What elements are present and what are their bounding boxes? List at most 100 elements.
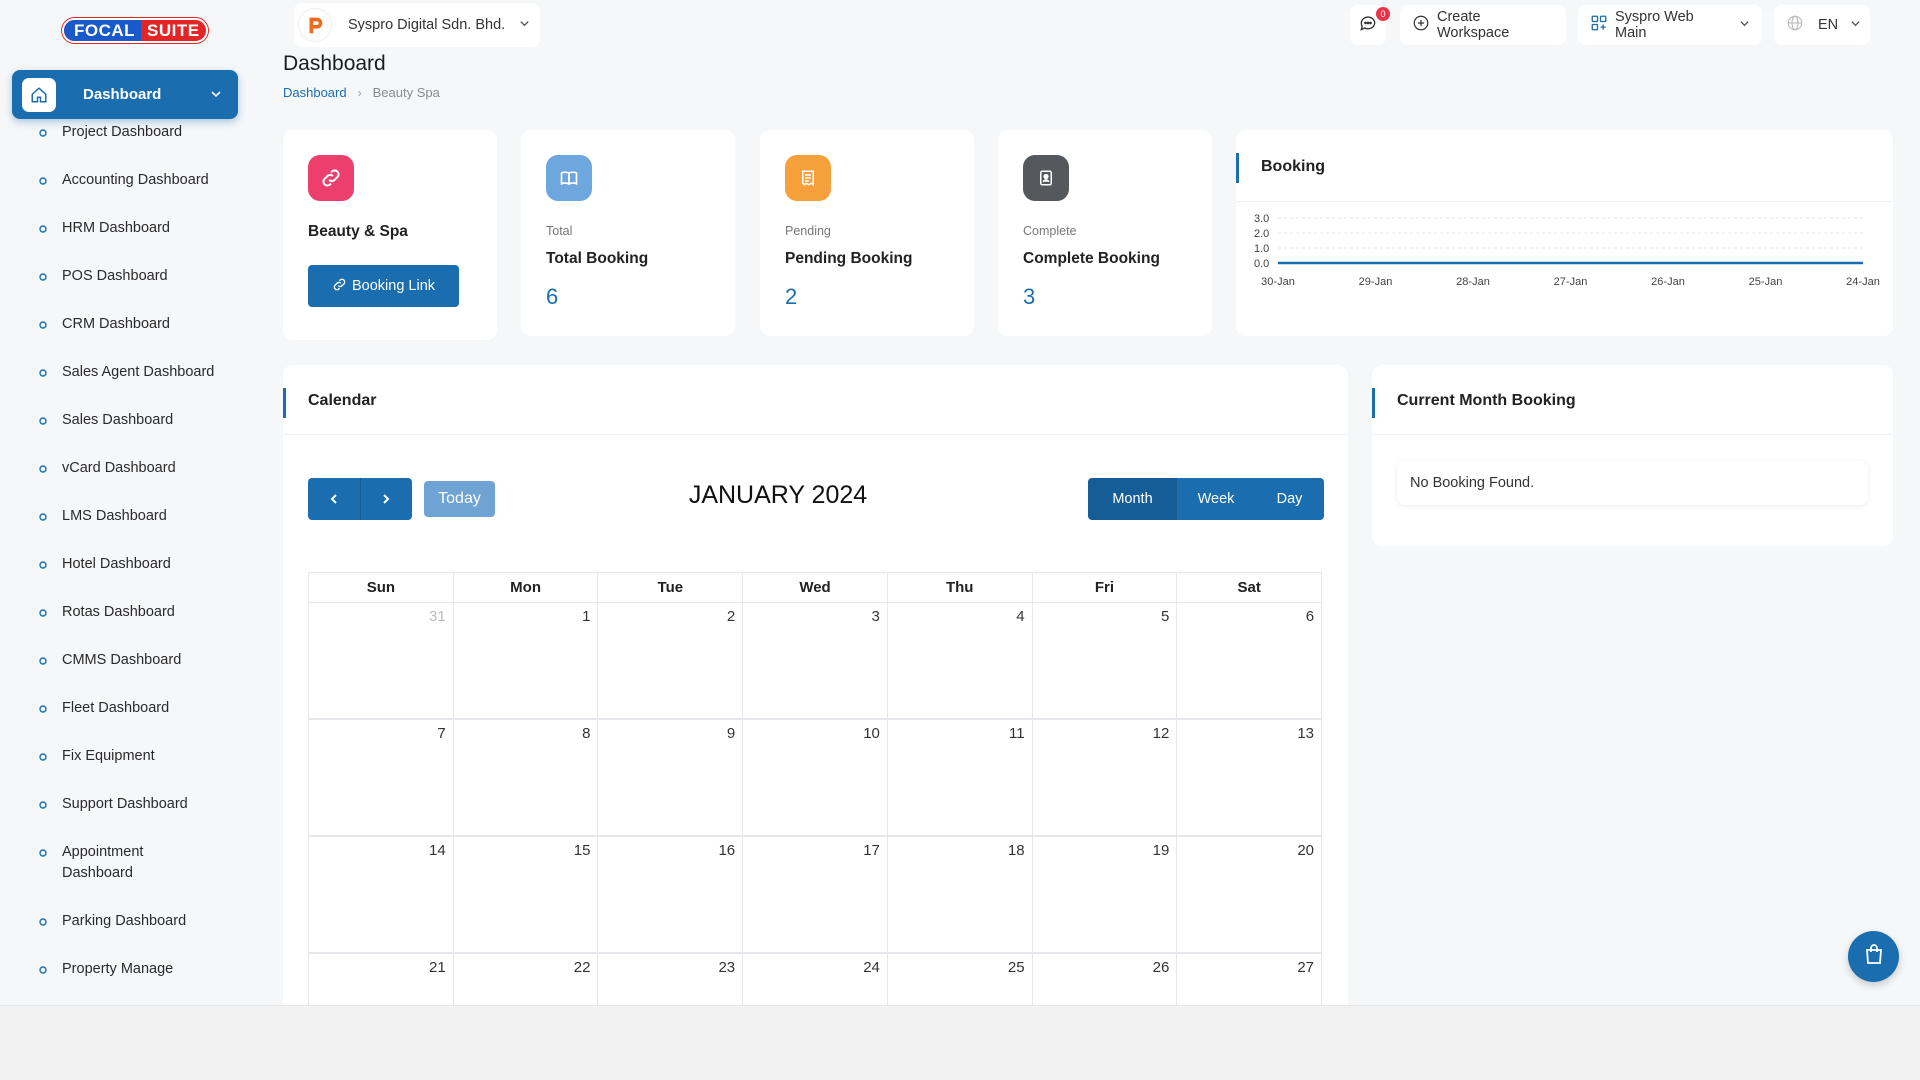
- footer-band: [0, 1005, 1920, 1080]
- calendar-day-cell[interactable]: 13: [1177, 720, 1321, 835]
- sidebar-item-accounting-dashboard[interactable]: Accounting Dashboard: [0, 170, 250, 218]
- calendar-day-cell[interactable]: 23: [598, 954, 744, 1005]
- sidebar-item-sales-dashboard[interactable]: Sales Dashboard: [0, 410, 250, 458]
- bullet-icon: [38, 702, 48, 713]
- sidebar-item-cmms-dashboard[interactable]: CMMS Dashboard: [0, 650, 250, 698]
- weekday-sun: Sun: [309, 573, 454, 602]
- calendar-day-cell[interactable]: 4: [888, 603, 1033, 718]
- calendar-day-cell[interactable]: 10: [743, 720, 888, 835]
- calendar-day-cell[interactable]: 12: [1033, 720, 1178, 835]
- view-week-button[interactable]: Week: [1177, 478, 1255, 520]
- bullet-icon: [38, 558, 48, 569]
- prev-month-button[interactable]: [308, 478, 361, 520]
- sidebar-item-fleet-dashboard[interactable]: Fleet Dashboard: [0, 698, 250, 746]
- calendar-day-cell[interactable]: 5: [1033, 603, 1178, 718]
- weekday-mon: Mon: [454, 573, 599, 602]
- next-month-button[interactable]: [360, 478, 412, 520]
- sidebar-item-label: vCard Dashboard: [62, 460, 176, 476]
- sidebar-item-crm-dashboard[interactable]: CRM Dashboard: [0, 314, 250, 362]
- calendar-day-cell[interactable]: 7: [309, 720, 454, 835]
- sidebar-item-label: Project Dashboard: [62, 124, 183, 140]
- calendar-day-cell[interactable]: 9: [598, 720, 744, 835]
- pending-booking-title: Pending Booking: [785, 250, 913, 267]
- weekday-wed: Wed: [743, 573, 888, 602]
- calendar-day-cell[interactable]: 2: [598, 603, 744, 718]
- sidebar-item-hotel-dashboard[interactable]: Hotel Dashboard: [0, 554, 250, 602]
- booking-link-button[interactable]: Booking Link: [308, 265, 459, 307]
- sidebar-item-parking-dashboard[interactable]: Parking Dashboard: [0, 911, 250, 959]
- today-button[interactable]: Today: [424, 481, 495, 517]
- sidebar-item-property-manage[interactable]: Property Manage: [0, 959, 250, 1005]
- view-month-button[interactable]: Month: [1088, 478, 1177, 520]
- calendar-day-cell[interactable]: 15: [454, 837, 599, 952]
- current-month-title: Current Month Booking: [1397, 392, 1576, 409]
- calendar-day-cell[interactable]: 1: [454, 603, 599, 718]
- weekday-sat: Sat: [1237, 579, 1261, 596]
- pending-booking-value: 2: [785, 284, 798, 309]
- sidebar-item-support-dashboard[interactable]: Support Dashboard: [0, 794, 250, 842]
- bullet-icon: [38, 366, 48, 377]
- globe-icon: [1786, 14, 1804, 36]
- brand-part2: SUITE: [147, 20, 200, 40]
- chat-icon: [1358, 13, 1378, 37]
- calendar-day-cell[interactable]: 14: [309, 837, 454, 952]
- sidebar-item-rotas-dashboard[interactable]: Rotas Dashboard: [0, 602, 250, 650]
- sidebar-item-label: Appointment Dashboard: [62, 844, 144, 881]
- sidebar-item-vcard-dashboard[interactable]: vCard Dashboard: [0, 458, 250, 506]
- calendar-day-cell[interactable]: 11: [888, 720, 1033, 835]
- sidebar-item-lms-dashboard[interactable]: LMS Dashboard: [0, 506, 250, 554]
- company-name: Syspro Digital Sdn. Bhd.: [348, 17, 506, 33]
- calendar-day-cell[interactable]: 3: [743, 603, 888, 718]
- booking-chart-header: Booking: [1236, 130, 1893, 202]
- calendar-day-cell[interactable]: 17: [743, 837, 888, 952]
- calendar-day-cell[interactable]: 18: [888, 837, 1033, 952]
- calendar-day-cell[interactable]: 19: [1033, 837, 1178, 952]
- sidebar-item-fix-equipment[interactable]: Fix Equipment: [0, 746, 250, 794]
- page-title: Dashboard: [283, 52, 386, 75]
- sidebar-item-hrm-dashboard[interactable]: HRM Dashboard: [0, 218, 250, 266]
- breadcrumb-link-dashboard[interactable]: Dashboard: [283, 85, 347, 100]
- calendar-weekday-header: Sun Mon Tue Wed Thu Fri Sat: [308, 572, 1322, 602]
- calendar-day-cell[interactable]: 21: [309, 954, 454, 1005]
- create-workspace-button[interactable]: Create Workspace: [1400, 5, 1566, 45]
- language-selector[interactable]: EN: [1774, 5, 1870, 45]
- sidebar-item-label: Support Dashboard: [62, 796, 188, 812]
- view-day-button[interactable]: Day: [1255, 478, 1324, 520]
- notifications-button[interactable]: 0: [1350, 5, 1390, 45]
- workspace-selector[interactable]: Syspro Web Main: [1578, 5, 1762, 45]
- link-icon: [332, 277, 347, 296]
- calendar-title: Calendar: [308, 392, 377, 409]
- sidebar-item-dashboard[interactable]: Dashboard: [12, 70, 238, 119]
- sidebar-nav-list: Project Dashboard Accounting Dashboard H…: [0, 122, 250, 1005]
- bullet-icon: [38, 846, 48, 857]
- company-selector[interactable]: Syspro Digital Sdn. Bhd.: [294, 3, 541, 47]
- sidebar-item-appointment-dashboard[interactable]: Appointment Dashboard: [0, 842, 250, 911]
- booking-chart: 3.0 2.0 1.0 0.0 30-Jan 29-Jan 28-Jan 27-Jan 26-J…: [1254, 213, 1880, 288]
- sidebar-item-pos-dashboard[interactable]: POS Dashboard: [0, 266, 250, 314]
- x-tick-label: 28-Jan: [1456, 276, 1490, 288]
- calendar-day-cell[interactable]: 16: [598, 837, 744, 952]
- calendar-day-cell[interactable]: 22: [454, 954, 599, 1005]
- cart-button[interactable]: [1848, 931, 1899, 982]
- no-booking-message: No Booking Found.: [1397, 461, 1868, 505]
- calendar-day-cell[interactable]: 20: [1177, 837, 1321, 952]
- x-tick-label: 26-Jan: [1651, 276, 1685, 288]
- home-icon: [22, 77, 56, 112]
- chevron-right-icon: ›: [357, 85, 362, 100]
- calendar-day-cell[interactable]: 25: [888, 954, 1033, 1005]
- sidebar-item-label: Accounting Dashboard: [62, 172, 209, 188]
- calendar-day-cell[interactable]: 8: [454, 720, 599, 835]
- calendar-day-cell[interactable]: 31: [309, 603, 454, 718]
- x-tick-label: 24-Jan: [1846, 276, 1880, 288]
- workspace-name: Syspro Web Main: [1615, 9, 1694, 41]
- calendar-day-cell[interactable]: 6: [1177, 603, 1321, 718]
- calendar-day-cell[interactable]: 26: [1033, 954, 1178, 1005]
- calendar-day-cell[interactable]: 27: [1177, 954, 1321, 1005]
- sidebar-item-label: Parking Dashboard: [62, 913, 187, 929]
- sidebar-item-label: Fleet Dashboard: [62, 700, 170, 716]
- sidebar-item-sales-agent-dashboard[interactable]: Sales Agent Dashboard: [0, 362, 250, 410]
- sidebar-item-label: HRM Dashboard: [62, 220, 170, 236]
- calendar-day-cell[interactable]: 24: [743, 954, 888, 1005]
- sidebar-item-project-dashboard[interactable]: Project Dashboard: [0, 122, 250, 170]
- brand-logo[interactable]: FOCAL SUITE: [62, 18, 208, 43]
